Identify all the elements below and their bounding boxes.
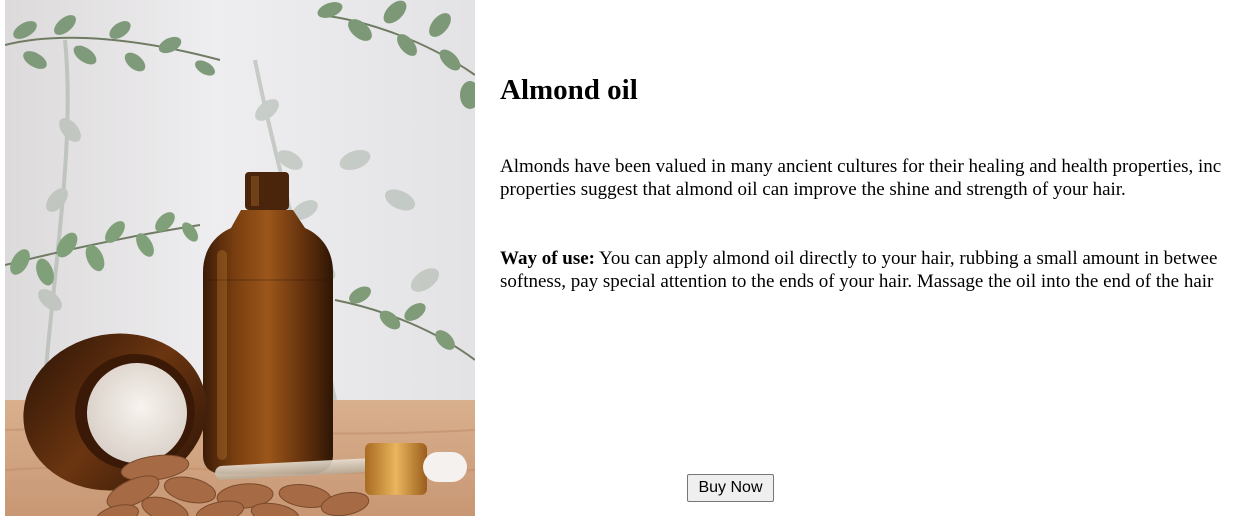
usage-line: Way of use: You can apply almond oil dir… <box>500 247 1217 270</box>
product-page: Almond oil Almonds have been valued in m… <box>0 0 1253 516</box>
usage-text: You can apply almond oil directly to you… <box>595 248 1218 269</box>
product-details: Almond oil Almonds have been valued in m… <box>500 0 1253 516</box>
product-description: Almonds have been valued in many ancient… <box>500 155 1221 201</box>
description-line: Almonds have been valued in many ancient… <box>500 156 1222 177</box>
usage-instructions: Way of use: You can apply almond oil dir… <box>500 247 1217 293</box>
product-title: Almond oil <box>500 74 638 106</box>
usage-line: softness, pay special attention to the e… <box>500 271 1214 292</box>
product-photo <box>5 0 475 516</box>
almond-oil-image <box>5 0 475 516</box>
usage-label: Way of use: <box>500 248 595 269</box>
buy-now-button[interactable]: Buy Now <box>687 474 774 502</box>
description-line: properties suggest that almond oil can i… <box>500 179 1126 200</box>
